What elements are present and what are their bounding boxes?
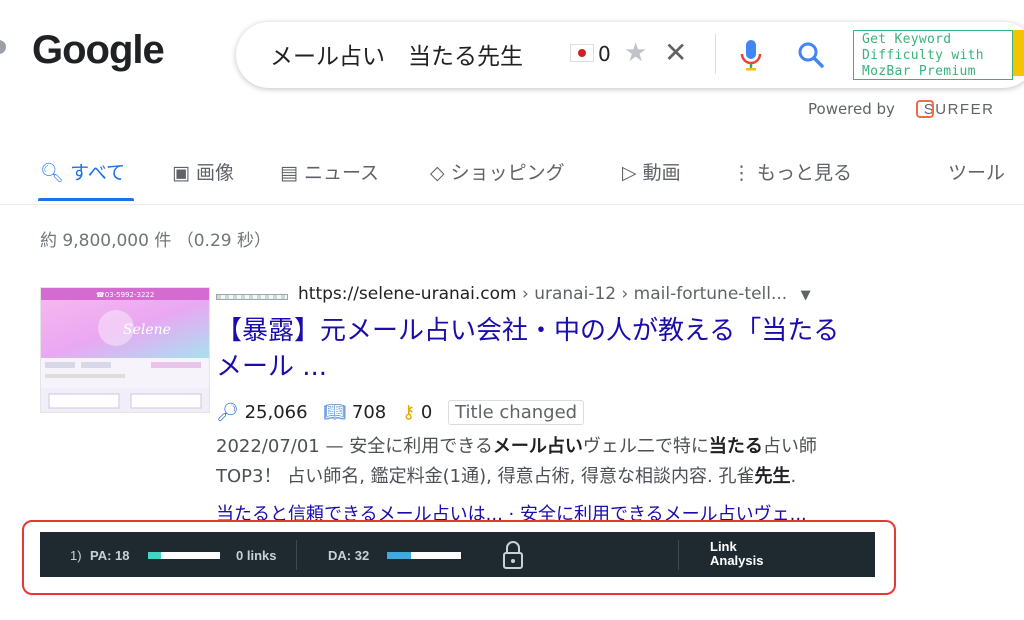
tab-label: ショッピング [450, 162, 565, 184]
page-authority-fill [148, 552, 161, 559]
tab-all[interactable]: 🔍︎ すべて [40, 158, 125, 185]
search-icon: 🔍︎ [40, 162, 65, 184]
divider [0, 204, 1024, 205]
links-count[interactable]: 0 links [236, 548, 276, 563]
favicon-placeholder [216, 294, 288, 300]
tab-tools[interactable]: ツール [948, 158, 1005, 185]
tab-label: 動画 [642, 162, 681, 184]
domain-authority-fill [387, 552, 411, 559]
clear-search-button[interactable]: ✕ [664, 36, 687, 69]
chevron-down-icon[interactable]: ▼ [801, 288, 811, 303]
divider [678, 540, 679, 570]
domain-authority-bar [387, 552, 461, 559]
search-input[interactable]: メール占い 当たる先生 [270, 37, 523, 71]
result-rank: 1) [70, 548, 82, 563]
news-icon: ▤ [280, 162, 298, 184]
result-title[interactable]: 【暴露】元メール占い会社・中の人が教える「当たる メール ... [216, 313, 956, 385]
title-line: メール ... [216, 352, 328, 382]
lock-icon[interactable] [502, 540, 524, 570]
search-icon[interactable] [796, 40, 826, 70]
active-tab-indicator [38, 198, 134, 201]
result-domain: https://selene-uranai.com [298, 284, 517, 304]
tab-images[interactable]: ▣ 画像 [172, 158, 234, 185]
mozbar-promo-accent [1013, 30, 1024, 76]
book-icon: 📖︎ [323, 402, 347, 423]
title-line: 【暴露】元メール占い会社・中の人が教える「当たる [216, 316, 840, 346]
result-snippet: 2022/07/01 — 安全に利用できるメール占いヴェル二で特に当たる占い師 … [216, 436, 817, 487]
tab-label: ニュース [304, 162, 380, 184]
surfer-icon [916, 100, 934, 118]
page-authority-bar [148, 552, 220, 559]
surfer-brand: SURFER [923, 101, 995, 118]
tab-videos[interactable]: ▷ 動画 [622, 158, 681, 185]
metric-keywords: ⚷ 0 [402, 402, 433, 423]
divider [715, 34, 716, 74]
result-url[interactable]: https://selene-uranai.com › uranai-12 › … [298, 284, 811, 304]
tag-icon: ◇ [430, 162, 445, 184]
mozbar-promo-button[interactable]: Get Keyword Difficulty with MozBar Premi… [853, 30, 1013, 80]
powered-by-label: Powered by [808, 100, 895, 118]
result-stats: 約 9,800,000 件 （0.29 秒） [40, 231, 271, 251]
tab-label: 画像 [196, 162, 235, 184]
edge-icon [0, 40, 6, 54]
video-icon: ▷ [622, 162, 637, 184]
image-icon: ▣ [172, 162, 190, 184]
page-authority-label: PA: 18 [90, 548, 130, 563]
metric-words: 📖︎ 708 [323, 402, 387, 423]
tab-shopping[interactable]: ◇ ショッピング [430, 158, 565, 185]
mozbar-promo-text: Get Keyword Difficulty with MozBar Premi… [862, 32, 984, 79]
site-thumbnail[interactable]: ☎03-5992-3222 Selene [40, 287, 210, 413]
result-breadcrumb: › uranai-12 › mail-fortune-tell... [516, 284, 788, 304]
tab-label: もっと見る [757, 162, 853, 184]
star-icon[interactable]: ★ [624, 38, 647, 68]
more-dots-icon: ⋮ [732, 162, 751, 184]
link-analysis-button[interactable]: Link Analysis [710, 540, 763, 568]
mozbar-serp-overlay: 1) PA: 18 0 links DA: 32 Link Analysis [40, 532, 875, 577]
tab-label: すべて [70, 162, 126, 184]
key-icon: ⚷ [402, 402, 416, 423]
tab-more[interactable]: ⋮ もっと見る [732, 158, 852, 185]
google-logo[interactable]: Google [32, 28, 165, 73]
japan-flag-icon [570, 44, 594, 62]
divider [296, 540, 297, 570]
surfer-metrics: 🔎︎ 25,066 📖︎ 708 ⚷ 0 Title changed [216, 400, 585, 425]
thumb-phone: ☎03-5992-3222 [96, 291, 154, 299]
thumb-brand: Selene [123, 322, 171, 338]
domain-authority-label: DA: 32 [328, 548, 370, 563]
powered-by-surfer[interactable]: Powered by SURFER [808, 100, 994, 118]
title-changed-badge: Title changed [448, 400, 585, 425]
metric-volume: 🔎︎ 25,066 [216, 402, 308, 423]
microphone-icon[interactable] [738, 38, 764, 72]
magnifier-icon: 🔎︎ [216, 402, 239, 423]
tab-news[interactable]: ▤ ニュース [280, 158, 379, 185]
keyword-count: 0 [598, 42, 611, 66]
